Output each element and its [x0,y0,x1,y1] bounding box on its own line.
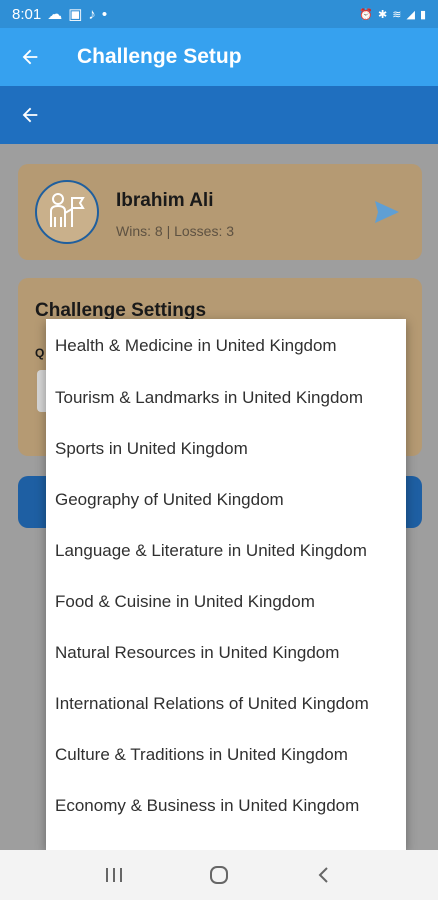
app-bar: Challenge Setup [0,28,438,86]
system-nav-bar [0,850,438,900]
player-stats: Wins: 8 | Losses: 3 [116,223,235,239]
send-icon[interactable] [374,200,400,224]
dropdown-item[interactable]: International Relations of United Kingdo… [46,678,406,729]
player-flag-icon [50,193,85,227]
dropdown-item[interactable]: Geography of United Kingdom [46,474,406,525]
back-arrow-icon [22,49,38,65]
nav-back-button[interactable] [304,855,344,895]
status-bar: 8:01 ☁ ▣ ♪ • ⏰ ✱ ≋ ◢ ▮ [0,0,438,28]
chevron-left-icon [318,867,328,883]
status-right: ⏰ ✱ ≋ ◢ ▮ [359,8,426,21]
dropdown-item[interactable]: Economy & Business in United Kingdom [46,780,406,831]
recent-apps-button[interactable] [94,855,134,895]
bluetooth-icon: ✱ [378,8,388,21]
player-name: Ibrahim Ali [116,190,214,211]
back-button[interactable] [0,28,60,86]
status-time: 8:01 [12,5,42,23]
dropdown-item[interactable]: Health & Medicine in United Kingdom [46,319,406,372]
dropdown-item[interactable]: Culture & Traditions in United Kingdom [46,729,406,780]
wifi-icon: ≋ [392,8,402,21]
player-card[interactable]: Ibrahim Ali Wins: 8 | Losses: 3 [18,164,422,260]
music-icon: ♪ [88,5,96,23]
recent-apps-icon [106,868,123,882]
dropdown-item[interactable]: Food & Cuisine in United Kingdom [46,576,406,627]
image-icon: ▣ [68,6,83,23]
secondary-toolbar [0,86,438,144]
battery-icon: ▮ [419,8,426,21]
signal-icon: ◢ [406,8,415,21]
dropdown-item[interactable]: Sports in United Kingdom [46,423,406,474]
back-arrow-icon [22,107,38,123]
page-title: Challenge Setup [77,45,242,68]
dropdown-item[interactable]: Language & Literature in United Kingdom [46,525,406,576]
secondary-back-button[interactable] [0,86,60,144]
status-left: 8:01 ☁ ▣ ♪ • [12,5,108,24]
home-button[interactable] [199,855,239,895]
cloud-icon: ☁ [47,6,63,23]
dot-icon: • [101,5,108,23]
topic-dropdown-menu[interactable]: Health & Medicine in United Kingdom Tour… [46,319,406,850]
home-icon [209,866,228,884]
avatar [35,180,99,244]
question-label: Q [35,346,45,360]
alarm-icon: ⏰ [359,8,374,21]
dropdown-item[interactable]: Natural Resources in United Kingdom [46,627,406,678]
dropdown-item[interactable]: Tourism & Landmarks in United Kingdom [46,372,406,423]
